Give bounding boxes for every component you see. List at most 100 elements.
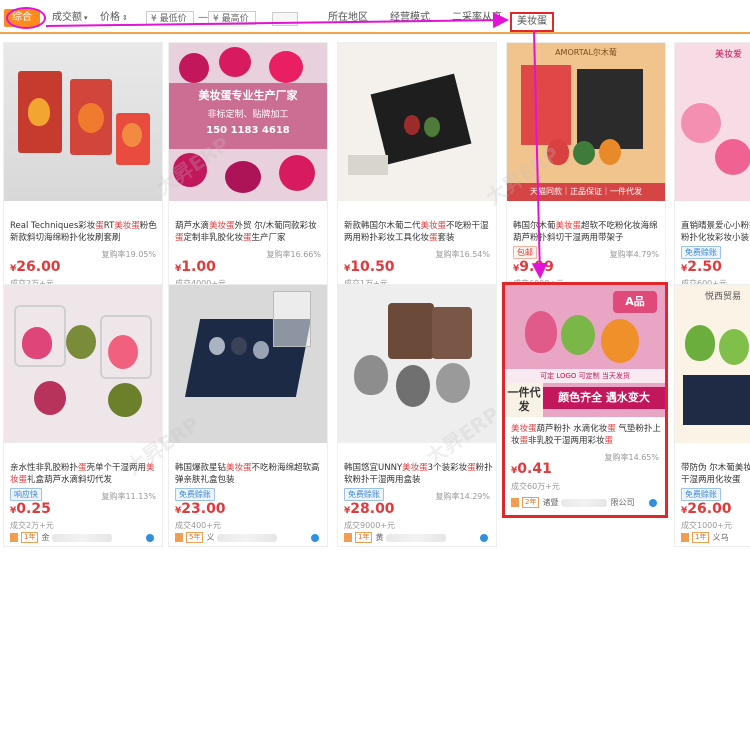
price-value: 9.99 (519, 259, 554, 275)
price-max-input[interactable]: ¥ 最高价 (208, 11, 256, 25)
membership-icon (344, 533, 352, 542)
search-keyword-box[interactable]: 美妆蛋 (510, 12, 554, 32)
sales-volume: 成交400+元 (175, 521, 221, 530)
product-card-selected[interactable]: A品 可定 LOGO 可定制 当天发货 一件代发 颜色齐全 遇水变大 美妆蛋葫芦… (502, 282, 668, 518)
membership-icon (10, 533, 18, 542)
product-image[interactable] (338, 43, 496, 201)
supplier-name-tail: 限公司 (610, 498, 635, 507)
product-image[interactable]: 美妆爱 (675, 43, 750, 201)
product-card[interactable]: AMORTAL尔木葡 天猫同款｜正品保证｜一件代发 韩国尔木葡美妆蛋超软不吃粉化… (506, 42, 666, 305)
product-card[interactable]: 美妆爱 直销晴景爱心小粉扑粉扑化妆彩妆小装 易上妆不卡粉 免费赊账 ¥2.50 … (674, 42, 750, 305)
product-price: ¥28.00 (344, 501, 395, 517)
supplier-info[interactable]: 5年义 (175, 532, 278, 543)
supplier-name-blurred (386, 533, 447, 542)
confirm-button[interactable] (272, 12, 298, 26)
title-text: 壳单个干湿两用 (86, 463, 147, 473)
repurchase-rate: 复购率14.29% (435, 492, 490, 501)
title-keyword: 蛋 (95, 221, 104, 231)
product-card[interactable]: 悦西贸易 带防伪 尔木葡美妆蛋干湿两用化妆蛋 免费赊账 ¥26.00 成交100… (674, 284, 750, 547)
product-title[interactable]: 美妆蛋葫芦粉扑 水滴化妆蛋 气垫粉扑上妆蛋非乳胶干湿两用彩妆蛋 (511, 423, 661, 447)
sort-volume-label: 成交额 (52, 12, 82, 23)
repeat-rate-filter[interactable]: 二采率从高 (452, 10, 502, 26)
product-title[interactable]: Real Techniques彩妆蛋RT美妆蛋粉色新款斜切海绵粉扑化妆刷套刷 (10, 220, 160, 244)
business-mode-filter[interactable]: 经营模式 (390, 10, 430, 26)
title-text: 韩国爆款星钻 (175, 463, 227, 473)
supplier-info[interactable]: 1年 义乌 (681, 532, 728, 543)
product-card[interactable]: 韩国悠宜UNNY美妆蛋3个装彩妆蛋粉扑软粉扑干湿两用盒装 免费赊账 复购率14.… (337, 284, 497, 547)
title-text: 新款韩国尔木葡二代 (344, 221, 421, 231)
price-value: 2.50 (687, 259, 722, 275)
supplier-location: 诸暨 (542, 498, 559, 507)
supplier-info[interactable]: 1年黄 (344, 532, 447, 543)
product-title[interactable]: 韩国尔木葡美妆蛋超软不吃粉化妆海绵葫芦粉扑斜切干湿两用带架子 (513, 220, 663, 244)
price-value: 26.00 (16, 259, 61, 275)
product-title[interactable]: 葫芦水滴美妆蛋外贸 尔/木葡同款彩妆蛋定制非乳胶化妆蛋生产厂家 (175, 220, 325, 244)
title-text: 韩国尔木葡 (513, 221, 556, 231)
sort-price-label: 价格 (100, 12, 120, 23)
credit-badge: 免费赊账 (344, 488, 384, 501)
product-price: ¥1.00 (175, 259, 216, 275)
image-brand: AMORTAL尔木葡 (555, 48, 617, 57)
supplier-info[interactable]: 1年金 (10, 532, 113, 543)
repurchase-rate: 复购率16.54% (435, 250, 490, 259)
product-card[interactable]: 新款韩国尔木葡二代美妆蛋不吃粉干湿两用粉扑彩妆工具化妆蛋套装 复购率16.54%… (337, 42, 497, 305)
title-text: 葫芦水滴 (175, 221, 210, 231)
product-image[interactable] (4, 285, 162, 443)
title-text: 亲水性非乳胶粉扑 (10, 463, 79, 473)
location-filter[interactable]: 所在地区 (328, 10, 368, 26)
product-title[interactable]: 新款韩国尔木葡二代美妆蛋不吃粉干湿两用粉扑彩妆工具化妆蛋套装 (344, 220, 494, 244)
title-keyword: 蛋 (78, 463, 87, 473)
product-image[interactable] (169, 285, 327, 443)
product-price: ¥26.00 (681, 501, 732, 517)
membership-years: 1年 (692, 532, 710, 543)
product-image[interactable] (4, 43, 162, 201)
supplier-name-blurred (217, 533, 278, 542)
grade-tag: A品 (613, 291, 657, 313)
product-card[interactable]: 亲水性非乳胶粉扑蛋壳单个干湿两用美妆蛋礼盒葫芦水滴斜切代发 响应快 复购率11.… (3, 284, 163, 547)
price-value: 0.41 (517, 461, 552, 477)
product-price: ¥23.00 (175, 501, 226, 517)
title-keyword: 蛋 (519, 436, 529, 446)
product-image[interactable]: A品 可定 LOGO 可定制 当天发货 一件代发 颜色齐全 遇水变大 (505, 285, 665, 417)
supplier-location: 金 (41, 533, 50, 542)
title-text: 套装 (437, 233, 455, 243)
image-overlay-title: 美妆蛋专业生产厂家 (198, 89, 298, 102)
title-keyword: 蛋 (604, 436, 614, 446)
credit-badge: 免费赊账 (175, 488, 215, 501)
product-card[interactable]: 韩国爆款星钻美妆蛋不吃粉海绵超软高弹亲肤礼盒包装 免费赊账 ¥23.00 成交4… (168, 284, 328, 547)
title-keyword: 美妆蛋 (226, 463, 252, 473)
product-card[interactable]: Real Techniques彩妆蛋RT美妆蛋粉色新款斜切海绵粉扑化妆刷套刷 复… (3, 42, 163, 305)
product-title[interactable]: 亲水性非乳胶粉扑蛋壳单个干湿两用美妆蛋礼盒葫芦水滴斜切代发 (10, 462, 160, 486)
title-keyword: 美妆蛋 (402, 463, 428, 473)
membership-icon (511, 498, 519, 507)
title-keyword: 美妆蛋 (114, 221, 140, 231)
title-keyword: 蛋 (175, 233, 184, 243)
verified-shield-icon (649, 499, 657, 507)
title-text: 定制非乳胶化妆 (183, 233, 244, 243)
supplier-info[interactable]: 2年 诸暨 限公司 (511, 497, 634, 508)
product-title[interactable]: 韩国悠宜UNNY美妆蛋3个装彩妆蛋粉扑软粉扑干湿两用盒装 (344, 462, 494, 486)
sort-volume-button[interactable]: 成交额 ▾ (52, 10, 88, 26)
title-text: 带防伪 尔木葡美妆蛋干湿两用化妆蛋 (681, 463, 750, 485)
repurchase-rate: 复购率14.65% (604, 453, 659, 462)
title-text: 3个装彩妆 (427, 463, 468, 473)
product-image[interactable] (338, 285, 496, 443)
price-min-input[interactable]: ¥ 最低价 (146, 11, 194, 25)
image-overlay-phone: 150 1183 4618 (206, 125, 290, 136)
product-title[interactable]: 韩国爆款星钻美妆蛋不吃粉海绵超软高弹亲肤礼盒包装 (175, 462, 325, 486)
product-price: ¥10.50 (344, 259, 395, 275)
fast-response-badge: 响应快 (10, 488, 42, 501)
product-title[interactable]: 带防伪 尔木葡美妆蛋干湿两用化妆蛋 (681, 462, 750, 486)
title-keyword: 蛋 (607, 424, 616, 434)
product-image[interactable]: 悦西贸易 (675, 285, 750, 443)
image-overlay-subtitle: 非标定制、贴牌加工 (207, 110, 289, 120)
verified-shield-icon (146, 534, 154, 542)
product-card[interactable]: 美妆蛋专业生产厂家 非标定制、贴牌加工 150 1183 4618 葫芦水滴美妆… (168, 42, 328, 305)
credit-badge: 免费赊账 (681, 488, 721, 501)
product-image[interactable]: 美妆蛋专业生产厂家 非标定制、贴牌加工 150 1183 4618 (169, 43, 327, 201)
repurchase-rate: 复购率11.13% (101, 492, 156, 501)
title-text: 直销晴景爱心小粉扑粉扑化妆彩妆小装 易上妆不卡粉 (681, 221, 750, 243)
sort-price-button[interactable]: 价格 ⇕ (100, 10, 128, 26)
product-title[interactable]: 直销晴景爱心小粉扑粉扑化妆彩妆小装 易上妆不卡粉 (681, 220, 750, 244)
product-image[interactable]: AMORTAL尔木葡 天猫同款｜正品保证｜一件代发 (507, 43, 665, 201)
